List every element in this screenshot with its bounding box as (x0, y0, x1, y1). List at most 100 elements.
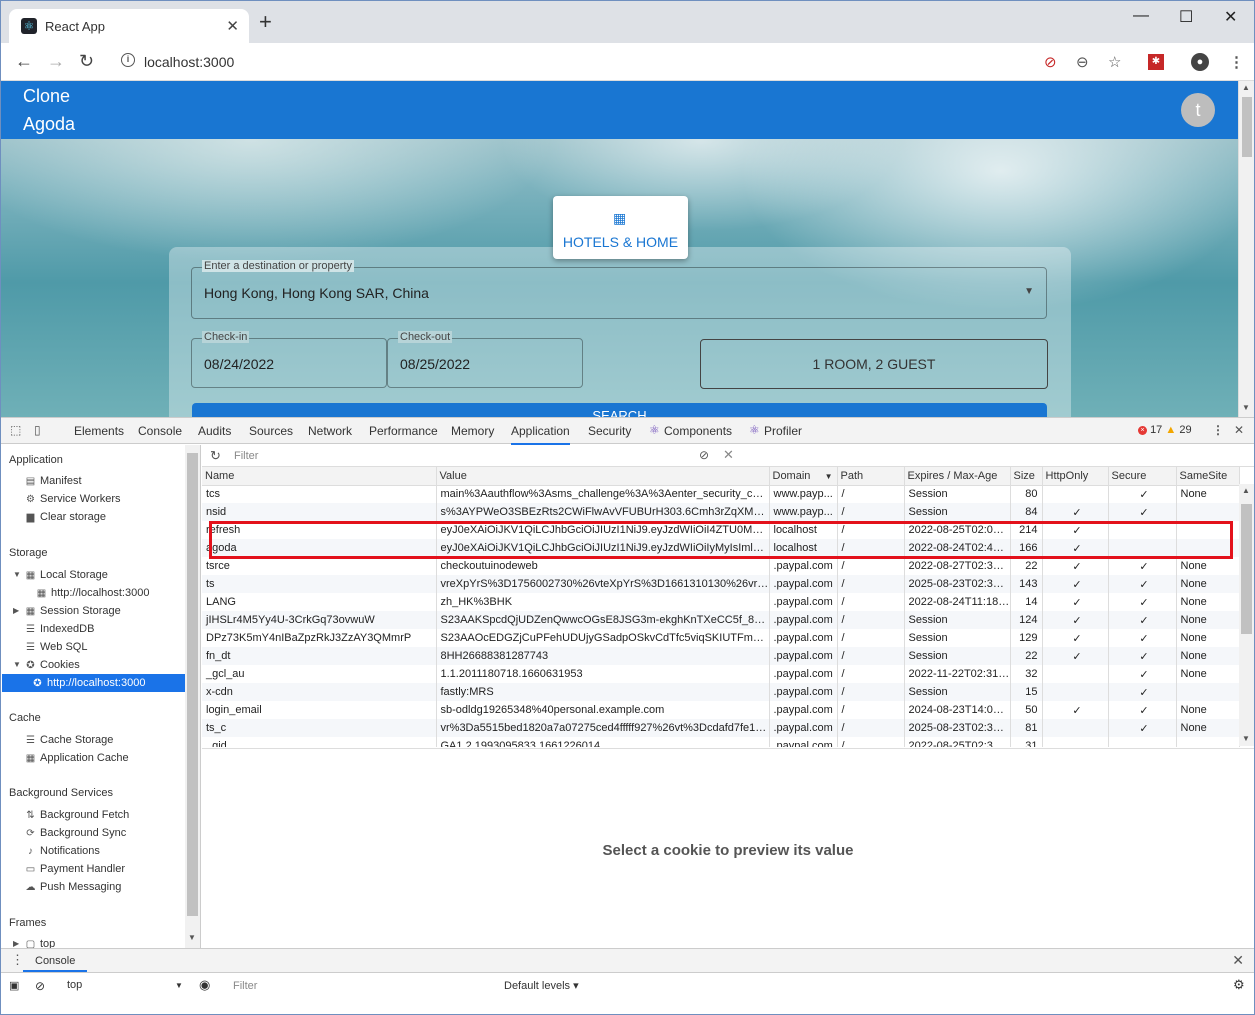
context-dropdown-icon[interactable]: ▼ (175, 981, 183, 990)
sidebar-scrollbar[interactable]: ▼ (185, 445, 200, 948)
column-samesite[interactable]: SameSite (1176, 467, 1240, 486)
table-row[interactable]: tcs main%3Aauthflow%3Asms_challenge%3A%3A… (202, 485, 1240, 503)
clear-all-icon[interactable]: ⊘ (699, 448, 709, 462)
column-domain[interactable]: Domain ▼ (769, 467, 838, 486)
column-value[interactable]: Value (436, 467, 770, 486)
blocked-cookies-icon[interactable]: ⊘ (1044, 53, 1057, 71)
profile-icon[interactable]: ● (1191, 53, 1209, 71)
tab-components[interactable]: Components (664, 424, 732, 438)
table-row[interactable]: fn_dt 8HH26688381287743 .paypal.com / Sessio… (202, 647, 1240, 665)
tab-application[interactable]: Application (511, 424, 570, 445)
table-row[interactable]: LANG zh_HK%3BHK .paypal.com/2022-08-24T11:… (202, 593, 1240, 611)
console-settings-gear-icon[interactable]: ⚙ (1233, 977, 1245, 993)
sidebar-item-local-storage[interactable]: ▦ Local Storage (25, 566, 108, 584)
table-row[interactable]: ts vreXpYrS%3D1756002730%26vteXpYrS%3D166… (202, 575, 1240, 593)
device-toolbar-icon[interactable]: ▯ (34, 423, 41, 437)
table-row[interactable]: jIHSLr4M5Yy4U-3CrkGq73ovwuW S23AAKSpcdQjU… (202, 611, 1240, 629)
column-expires[interactable]: Expires / Max-Age (904, 467, 1011, 486)
table-row[interactable]: x-cdn fastly:MRS .paypal.com / Session 15 ✓ (202, 683, 1240, 701)
scroll-thumb[interactable] (187, 453, 198, 916)
address-bar[interactable]: i localhost:3000 (109, 48, 1139, 76)
sidebar-item-manifest[interactable]: ▤ Manifest (25, 472, 82, 490)
collapse-arrow-icon[interactable]: ▶ (13, 939, 19, 948)
destination-field[interactable]: Enter a destination or property Hong Kon… (191, 260, 1047, 319)
devtools-menu-icon[interactable]: ⋮ (1212, 423, 1224, 437)
info-icon[interactable]: i (121, 53, 135, 67)
issue-counts[interactable]: × 17 ▲ 29 (1138, 424, 1192, 436)
guests-button[interactable]: 1 ROOM, 2 GUEST (700, 339, 1048, 389)
table-row[interactable]: nsid s%3AYPWeO3SBEzRts2CWiFlwAvVFUBUrH303… (202, 503, 1240, 521)
cookie-filter-input[interactable]: Filter (230, 448, 682, 464)
scroll-thumb[interactable] (1241, 504, 1252, 634)
collapse-arrow-icon[interactable]: ▶ (13, 606, 19, 615)
sidebar-item-service-workers[interactable]: ⚙ Service Workers (25, 490, 120, 508)
sidebar-item-session-storage[interactable]: ▦ Session Storage (25, 602, 121, 620)
log-levels-dropdown[interactable]: Default levels ▾ (504, 979, 579, 992)
sidebar-item-clear-storage[interactable]: ▆ Clear storage (25, 508, 106, 526)
column-name[interactable]: Name (202, 467, 437, 486)
sidebar-item-frame-top[interactable]: ▢ top (25, 935, 56, 948)
scroll-up-icon[interactable]: ▲ (1242, 486, 1250, 495)
reload-icon[interactable]: ↻ (79, 51, 94, 71)
table-row[interactable]: ts_c vr%3Da5515bed1820a7a07275ced4fffff92… (202, 719, 1240, 737)
inspect-icon[interactable]: ⬚ (10, 423, 21, 437)
avatar[interactable]: t (1181, 93, 1215, 127)
column-path[interactable]: Path (837, 467, 905, 486)
column-secure[interactable]: Secure (1108, 467, 1177, 486)
sidebar-item-notifications[interactable]: ♪ Notifications (25, 842, 100, 860)
table-row[interactable]: DPz73K5mY4nIBaZpzRkJ3ZzAY3QMmrP S23AAOcED… (202, 629, 1240, 647)
table-row[interactable]: _gid GA1.2.1993095833.1661226014 .paypal.c… (202, 737, 1240, 747)
sidebar-item-local-storage-origin[interactable]: ▦ http://localhost:3000 (36, 584, 150, 602)
tab-performance[interactable]: Performance (369, 424, 438, 438)
scroll-up-icon[interactable]: ▲ (1242, 83, 1250, 92)
column-httponly[interactable]: HttpOnly (1042, 467, 1109, 486)
close-tab-icon[interactable]: ✕ (226, 17, 239, 35)
close-window-button[interactable]: ✕ (1224, 7, 1237, 27)
new-tab-button[interactable]: + (259, 11, 272, 33)
sidebar-item-payment-handler[interactable]: ▭ Payment Handler (25, 860, 125, 878)
console-filter-input[interactable]: Filter (227, 977, 497, 995)
table-row[interactable]: login_email sb-odldg19265348%40personal.e… (202, 701, 1240, 719)
brand-line2[interactable]: Agoda (23, 114, 75, 135)
tab-security[interactable]: Security (588, 424, 631, 438)
back-icon[interactable]: ← (15, 51, 33, 71)
maximize-button[interactable]: ☐ (1179, 7, 1193, 27)
context-selector[interactable]: top (67, 979, 82, 991)
sidebar-item-indexeddb[interactable]: ☰ IndexedDB (25, 620, 94, 638)
sidebar-item-cookies-origin[interactable]: ✪ http://localhost:3000 (2, 674, 185, 692)
browser-tab[interactable]: ⚛ React App ✕ (9, 9, 249, 43)
extension-icon[interactable]: ✱ (1148, 54, 1164, 70)
sidebar-item-background-sync[interactable]: ⟳ Background Sync (25, 824, 126, 842)
brand-line1[interactable]: Clone (23, 86, 70, 107)
scroll-down-icon[interactable]: ▼ (1242, 734, 1250, 743)
sidebar-item-cache-storage[interactable]: ☰ Cache Storage (25, 731, 113, 749)
scroll-down-icon[interactable]: ▼ (188, 933, 196, 942)
tab-audits[interactable]: Audits (198, 424, 231, 438)
checkin-field[interactable]: Check-in 08/24/2022 (191, 331, 387, 388)
sidebar-item-background-fetch[interactable]: ⇅ Background Fetch (25, 806, 129, 824)
drawer-tab-console[interactable]: Console (23, 955, 88, 972)
forward-icon[interactable]: → (47, 51, 65, 71)
sidebar-item-cookies[interactable]: ✪ Cookies (25, 656, 79, 674)
tab-console[interactable]: Console (138, 424, 182, 438)
tab-elements[interactable]: Elements (74, 424, 124, 438)
sidebar-toggle-icon[interactable]: ▣ (9, 979, 19, 992)
table-row[interactable]: tsrce checkoutuinodeweb .paypal.com/2022-0… (202, 557, 1240, 575)
table-row[interactable]: _gcl_au 1.1.2011180718.1660631953 .paypal.… (202, 665, 1240, 683)
search-button[interactable]: SEARCH (192, 403, 1047, 417)
sidebar-item-websql[interactable]: ☰ Web SQL (25, 638, 87, 656)
table-scrollbar[interactable]: ▲ ▼ (1239, 484, 1254, 746)
minimize-button[interactable]: — (1133, 7, 1149, 25)
sidebar-item-application-cache[interactable]: ▦ Application Cache (25, 749, 129, 767)
refresh-icon[interactable]: ↻ (210, 448, 221, 464)
menu-icon[interactable]: ⋮ (1229, 53, 1244, 71)
tab-sources[interactable]: Sources (249, 424, 293, 438)
devtools-close-icon[interactable]: ✕ (1234, 423, 1244, 437)
hotels-home-tab[interactable]: ▦ HOTELS & HOME (553, 196, 688, 259)
clear-console-icon[interactable]: ⊘ (35, 979, 45, 993)
scroll-thumb[interactable] (1242, 97, 1252, 157)
delete-selected-icon[interactable]: ✕ (723, 447, 734, 463)
expand-arrow-icon[interactable]: ▼ (13, 570, 21, 579)
column-size[interactable]: Size (1010, 467, 1043, 486)
tab-memory[interactable]: Memory (451, 424, 494, 438)
